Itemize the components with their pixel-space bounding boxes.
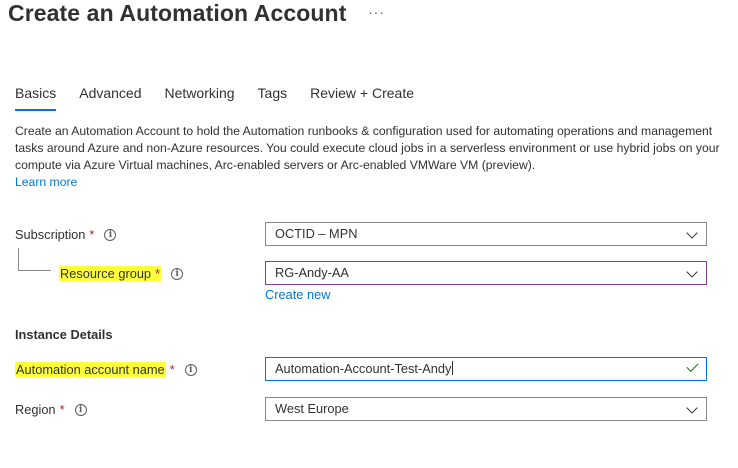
account-name-label: Automation account name: [15, 362, 166, 377]
check-icon: [686, 359, 699, 373]
description-text: Create an Automation Account to hold the…: [15, 124, 720, 172]
required-marker: *: [89, 227, 95, 242]
account-name-label-row: Automation account name * i: [15, 362, 197, 377]
text-caret: [452, 361, 454, 375]
resource-group-label-row: Resource group * i: [59, 266, 184, 281]
account-name-value-text: Automation-Account-Test-Andy: [275, 361, 452, 376]
region-label: Region: [15, 402, 56, 417]
tab-tags[interactable]: Tags: [258, 85, 288, 111]
more-icon[interactable]: ···: [368, 4, 385, 20]
info-icon[interactable]: i: [184, 363, 197, 376]
account-name-value: Automation-Account-Test-Andy: [275, 358, 454, 380]
resource-group-value: RG-Andy-AA: [275, 265, 349, 280]
subscription-label-row: Subscription * i: [15, 227, 117, 242]
page-title: Create an Automation Account: [8, 0, 347, 26]
chevron-down-icon[interactable]: [686, 266, 698, 278]
info-icon[interactable]: i: [171, 267, 184, 280]
required-marker: *: [155, 266, 161, 281]
required-marker: *: [169, 362, 175, 377]
region-value: West Europe: [275, 401, 349, 416]
subscription-dropdown[interactable]: OCTID – MPN: [265, 222, 707, 246]
region-dropdown[interactable]: West Europe: [265, 397, 707, 421]
tab-basics[interactable]: Basics: [15, 85, 57, 111]
required-marker: *: [59, 402, 65, 417]
instance-details-heading: Instance Details: [15, 327, 113, 342]
chevron-down-icon[interactable]: [686, 227, 698, 239]
info-icon[interactable]: i: [104, 228, 117, 241]
subscription-value: OCTID – MPN: [275, 226, 358, 241]
tab-review-create[interactable]: Review + Create: [310, 85, 414, 111]
tab-networking[interactable]: Networking: [165, 85, 235, 111]
account-name-input[interactable]: Automation-Account-Test-Andy: [265, 357, 707, 381]
learn-more-link[interactable]: Learn more: [15, 174, 77, 191]
resource-group-label-text: Resource group: [60, 266, 152, 281]
chevron-down-icon[interactable]: [686, 402, 698, 414]
tree-connector: [18, 248, 51, 271]
resource-group-label: Resource group *: [59, 266, 162, 281]
subscription-label: Subscription: [15, 227, 86, 242]
tab-bar: Basics Advanced Networking Tags Review +…: [15, 85, 437, 111]
info-icon[interactable]: i: [74, 403, 87, 416]
resource-group-dropdown[interactable]: RG-Andy-AA: [265, 261, 707, 285]
tab-advanced[interactable]: Advanced: [79, 85, 141, 111]
create-new-link[interactable]: Create new: [265, 287, 330, 302]
description: Create an Automation Account to hold the…: [15, 123, 727, 191]
region-label-row: Region * i: [15, 402, 87, 417]
